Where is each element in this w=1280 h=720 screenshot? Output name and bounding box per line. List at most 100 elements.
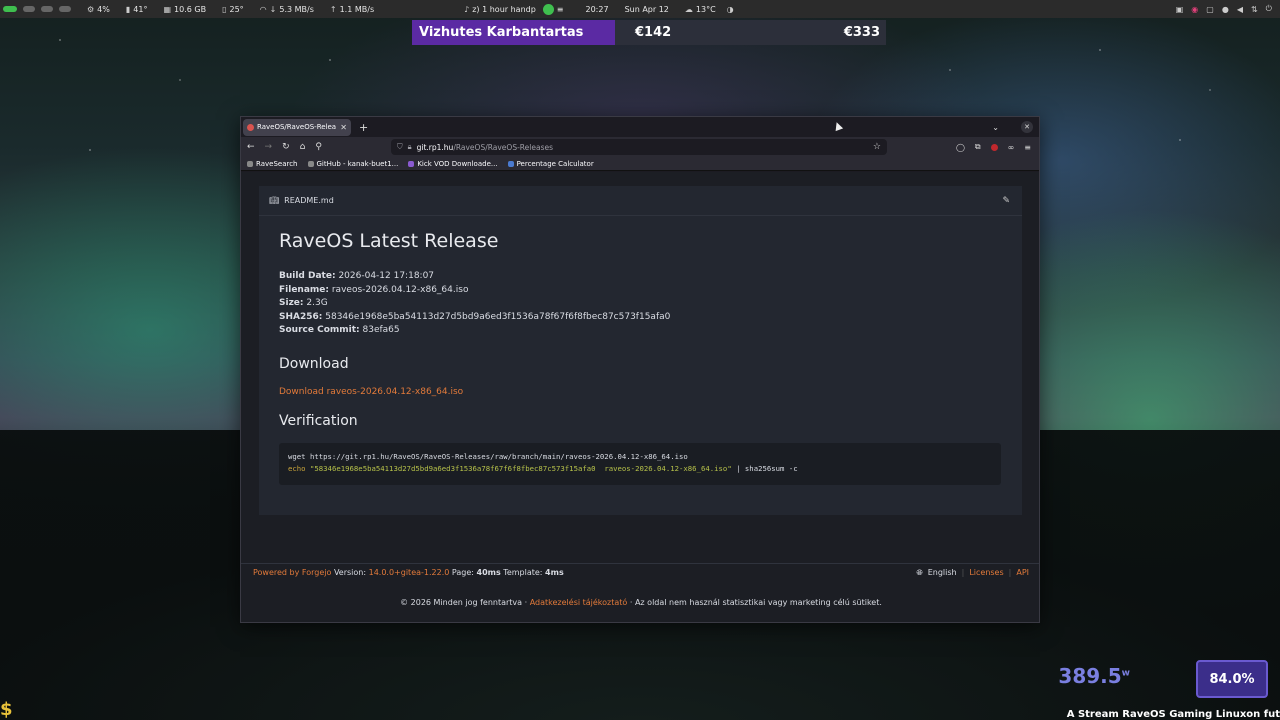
dollar-sign-icon: $ [0, 699, 13, 720]
power-icon[interactable]: ⏻ [1266, 4, 1272, 14]
workspace-4[interactable] [59, 6, 71, 12]
music-note-icon: ♪ [464, 4, 470, 14]
clock-time[interactable]: 20:27 [586, 5, 609, 14]
window-close-button[interactable]: ✕ [1021, 121, 1033, 133]
reload-icon[interactable]: ↻ [282, 142, 290, 152]
source-commit-row: Source Commit: 83efa65 [279, 325, 400, 336]
globe-icon: 🌐︎ [916, 568, 923, 577]
new-tab-button[interactable]: + [359, 121, 368, 134]
privacy-link[interactable]: Adatkezelési tájékoztató [530, 598, 628, 607]
system-topbar: ⚙ 4% ▮ 41° ▦ 10.6 GB ▯ 25° ◠ ↓ 5.3 MB/s ↑ 1.1 M… [0, 0, 1280, 18]
gpu-temp: 25° [229, 4, 244, 14]
template-time: 4ms [545, 567, 564, 577]
tray-color-icon[interactable]: ◉ [1191, 5, 1198, 14]
moon-icon: ◑ [726, 4, 734, 14]
language-selector[interactable]: English [928, 568, 957, 578]
banner-prices: €142 €333 [615, 20, 886, 45]
licenses-link[interactable]: Licenses [969, 568, 1003, 578]
menu-hamburger-icon[interactable]: ≡ [1024, 143, 1031, 152]
tab-title: RaveOS/RaveOS-Relea [257, 123, 337, 131]
code-pipe-sha256sum: | sha256sum -c [731, 463, 798, 473]
template-time-label: Template: [503, 567, 543, 577]
workspace-3[interactable] [41, 6, 53, 12]
copyright-text: © 2026 Minden jog fenntartva · [400, 598, 528, 607]
percent-icon [507, 160, 514, 167]
footer-separator: | [961, 568, 965, 577]
readme-header: 📖︎ README.md ✎ [259, 186, 1022, 216]
readme-title: RaveOS Latest Release [279, 230, 499, 252]
bookmark-percentage-calculator[interactable]: Percentage Calculator [507, 160, 594, 168]
memory-icon: ▦ [163, 4, 172, 14]
watts-unit: w [1121, 668, 1130, 679]
kick-icon [408, 160, 415, 167]
size-row: Size: 2.3G [279, 298, 328, 309]
tray-window-icon[interactable]: ▢ [1206, 5, 1214, 14]
tab-list-chevron-icon[interactable]: ⌄ [992, 123, 999, 132]
volume-icon[interactable]: ◀ [1237, 5, 1243, 14]
readme-filename[interactable]: README.md [284, 196, 334, 205]
banner-title: Vizhutes Karbantartas [412, 20, 615, 45]
tray-icons: ▣ ◉ ▢ ● ◀ ⇅ ⏻ [1176, 0, 1272, 18]
download-iso-link[interactable]: Download raveos-2026.04.12-x86_64.iso [279, 387, 1022, 397]
extension-icon[interactable]: ∞ [1008, 143, 1015, 152]
bookmarks-bar: RaveSearch GitHub - kanak-buet1... Kick … [241, 157, 1039, 171]
site-permissions-icon[interactable]: ⚲ [315, 142, 322, 152]
media-play-icon[interactable] [542, 3, 554, 15]
download-heading: Download [279, 355, 349, 372]
upload-arrow-icon: ↑ [329, 4, 337, 14]
temperature-icon: ▮ [125, 4, 131, 14]
bookmark-github[interactable]: GitHub - kanak-buet1... [307, 160, 398, 168]
url-text[interactable]: git.rp1.hu/RaveOS/RaveOS-Releases [417, 143, 553, 152]
readme-body: RaveOS Latest Release Build Date: 2026-0… [259, 230, 1022, 485]
forgejo-footer: Powered by Forgejo Version: 14.0.0+gitea… [241, 563, 1039, 580]
cookie-note: · Az oldal nem használ statisztikai vagy… [629, 598, 882, 607]
tab-strip: RaveOS/RaveOS-Relea ✕ + ⌄ ✕ [241, 117, 1039, 137]
workspace-2[interactable] [23, 6, 35, 12]
api-link[interactable]: API [1016, 568, 1029, 578]
bookmark-ravesearch-icon [247, 160, 253, 167]
footer-separator: | [1008, 568, 1012, 577]
power-draw-readout: 389.5w [1058, 664, 1130, 688]
tab-raveos-releases[interactable]: RaveOS/RaveOS-Relea ✕ [243, 118, 351, 136]
memory-usage: 10.6 GB [174, 4, 207, 14]
code-wget-line: wget https://git.rp1.hu/RaveOS/RaveOS-Re… [288, 451, 688, 461]
browser-window: RaveOS/RaveOS-Relea ✕ + ⌄ ✕ ← → ↻ ⌂ ⚲ ⛉ … [240, 116, 1040, 623]
download-arrow-icon: ↓ [269, 4, 277, 14]
stream-ticker: A Stream RaveOS Gaming Linuxon fut [1066, 709, 1280, 720]
forward-arrow-icon[interactable]: → [265, 142, 273, 152]
weather-temp[interactable]: 13°C [696, 5, 716, 14]
microphone-icon[interactable]: ● [1222, 5, 1229, 14]
watts-value: 389.5 [1058, 664, 1122, 688]
ublock-icon[interactable] [990, 143, 998, 151]
version-link[interactable]: 14.0.0+gitea-1.22.0 [369, 568, 450, 577]
build-date-row: Build Date: 2026-04-12 17:18:07 [279, 271, 435, 281]
page-content: 📖︎ README.md ✎ RaveOS Latest Release Bui… [241, 172, 1039, 622]
shield-icon[interactable]: ⛉ [397, 142, 403, 152]
verification-code-block[interactable]: wget https://git.rp1.hu/RaveOS/RaveOS-Re… [279, 442, 1001, 485]
tab-close-icon[interactable]: ✕ [340, 123, 347, 132]
extensions-icon[interactable]: ⧉ [975, 142, 981, 152]
workspace-indicators[interactable] [0, 6, 71, 12]
upload-speed: 1.1 MB/s [339, 4, 375, 14]
media-menu-icon[interactable]: ≡ [557, 5, 564, 14]
edit-pencil-icon[interactable]: ✎ [1002, 196, 1010, 206]
powered-by-forgejo-link[interactable]: Powered by Forgejo [253, 568, 331, 577]
clock-date[interactable]: Sun Apr 12 [625, 5, 669, 14]
lock-icon[interactable]: 🔒︎ [408, 142, 412, 152]
bookmark-ravesearch[interactable]: RaveSearch [247, 160, 298, 168]
network-icon[interactable]: ⇅ [1251, 5, 1258, 14]
account-icon[interactable]: ◯ [956, 143, 965, 152]
home-icon[interactable]: ⌂ [300, 142, 306, 152]
wifi-icon: ◠ [259, 4, 267, 14]
url-bar[interactable]: ⛉ 🔒︎ git.rp1.hu/RaveOS/RaveOS-Releases ☆ [391, 139, 887, 155]
release-meta: Build Date: 2026-04-12 17:18:07 Filename… [279, 270, 1022, 338]
media-title[interactable]: z) 1 hour handp [472, 5, 536, 14]
bookmark-star-icon[interactable]: ☆ [873, 142, 881, 152]
cloud-icon: ☁ [684, 4, 693, 14]
back-arrow-icon[interactable]: ← [247, 142, 255, 152]
workspace-active[interactable] [3, 6, 17, 12]
banner-price-2: €333 [843, 25, 880, 40]
tray-app-icon[interactable]: ▣ [1176, 5, 1184, 14]
bookmark-kick-vod[interactable]: Kick VOD Downloade... [408, 160, 498, 168]
code-echo-keyword: echo [288, 463, 306, 473]
